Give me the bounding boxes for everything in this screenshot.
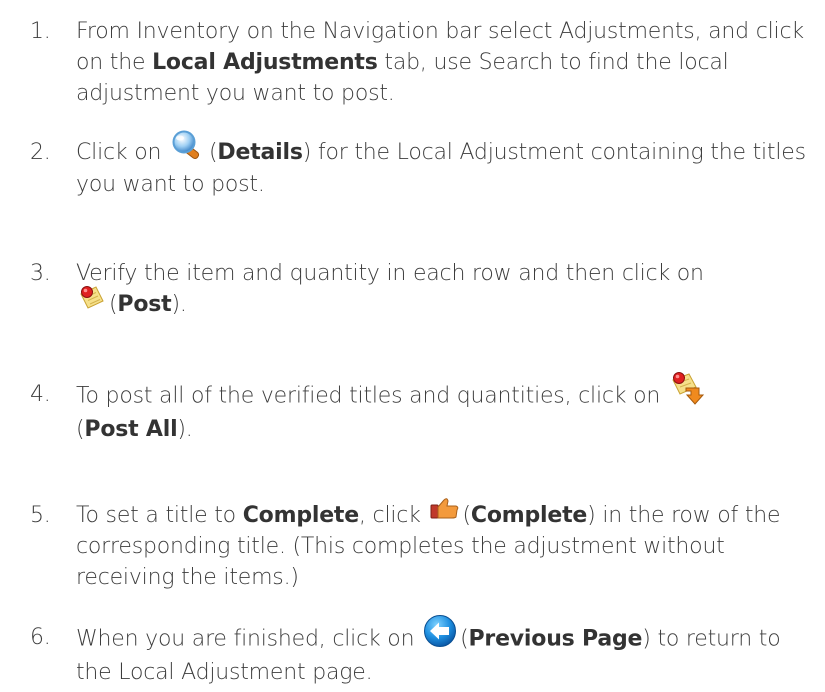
step-text-part: When you are finished, click on [76,626,422,652]
bold-term: Post [117,292,172,317]
bold-term: Complete [242,503,359,528]
step-number: 5. [30,503,51,528]
step-text: From Inventory on the Navigation bar sel… [76,16,820,109]
step-number: 1. [30,19,51,44]
step-text-part: ). [177,417,193,442]
step-text: Verify the item and quantity in each row… [76,258,820,320]
step-text: To set a title to Complete, click (Compl… [76,497,820,593]
step-text-part: To set a title to [76,503,243,528]
step-text-part: ) [302,140,312,165]
complete-icon [430,497,460,528]
step-number: 6. [30,625,51,650]
step-number: 3. [30,261,51,286]
step-text-part: ) [642,626,651,652]
step-text: When you are finished, click on (Previou… [76,615,820,688]
instruction-steps: 1. From Inventory on the Navigation bar … [0,0,825,692]
bold-term: Post All [84,417,178,442]
bold-term: Local Adjustments [152,50,378,75]
magnifier-icon [170,130,206,169]
post-all-icon [669,371,705,414]
step-text: Click on (Details) for the Local Adjustm… [76,130,820,200]
post-icon [78,284,106,319]
bold-term: Previous Page [468,626,643,652]
step-number: 4. [30,382,51,407]
bold-term: Details [217,140,303,165]
previous-page-icon [423,614,457,657]
step-text: To post all of the verified titles and q… [76,372,820,445]
bold-term: Complete [470,503,588,528]
step-text-part: ). [171,292,187,317]
step-text-part: ) [587,503,596,528]
step-text-part: Click on [76,140,169,165]
step-number: 2. [30,140,51,165]
step-text-part: ( [462,503,472,528]
step-text-part: , click [358,503,428,528]
step-text-part: Verify the item and quantity in each row… [76,261,704,286]
step-text-part: ( [460,626,469,652]
step-text-part: To post all of the verified titles and q… [76,383,667,409]
